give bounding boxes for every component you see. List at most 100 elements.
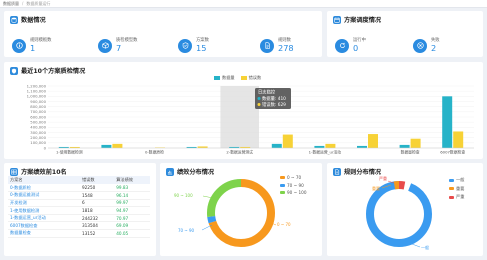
slice-label: 一般: [421, 244, 429, 250]
refresh-icon: [335, 38, 349, 53]
column-header[interactable]: 算法绩效: [114, 176, 150, 184]
bar-data-volume: [314, 145, 325, 148]
plan-name-link[interactable]: 数据量检查: [8, 229, 80, 238]
bar-error-count: [325, 143, 336, 148]
table-header-row: 方案名 错误数 算法绩效: [8, 176, 150, 184]
stat-value: 7: [116, 43, 122, 53]
breadcrumb: 数据质量 / 数据质量运行: [0, 0, 487, 8]
y-tick-label: 400,000: [30, 125, 46, 130]
rule-donut-chart: 严重 重要 一般: [366, 175, 432, 250]
highlight-band: [220, 86, 259, 148]
breadcrumb-current: 数据质量运行: [26, 0, 51, 6]
data-overview-card: 数据情况 规则模板数 1 质检模型数 7 方案数 15 规则数 278: [4, 11, 322, 57]
calendar-icon: [333, 15, 341, 24]
column-header[interactable]: 错误数: [79, 176, 115, 184]
x-tick-label: 数据量检查: [401, 150, 420, 155]
x-tick-label: 1-使用数据检测: [56, 150, 83, 155]
rule-distribution-card: 规则分布情况 一般 重要 严重 严重 重要 一般: [327, 163, 483, 256]
breadcrumb-home[interactable]: 数据质量: [3, 1, 19, 7]
y-tick-label: 500,000: [30, 119, 46, 124]
x-tick-label: 0-数据质检: [145, 150, 164, 155]
error-count: 1548: [79, 191, 115, 200]
y-tick-label: 700,000: [30, 109, 46, 114]
slice-label: 70 ~ 90: [178, 228, 195, 233]
slice-label: 严重: [379, 175, 387, 181]
x-tick-label: 1-数据运营_ur活动: [309, 150, 342, 155]
bar-error-count: [368, 134, 378, 148]
slice-label: 重要: [372, 185, 380, 191]
document-icon: [260, 38, 274, 53]
column-header[interactable]: 方案名: [8, 176, 80, 184]
bar-error-count: [410, 138, 421, 148]
performance-score: 94.97: [114, 206, 150, 215]
y-tick-label: 800,000: [30, 104, 46, 109]
ranking-header: 方案绩效前10名: [10, 167, 67, 176]
data-overview-title: 数据情况: [21, 17, 46, 24]
schedule-title: 方案调度情况: [344, 17, 382, 24]
plan-name-link[interactable]: 1-数据运营_ur活动: [8, 214, 80, 223]
data-overview-header: 数据情况: [10, 15, 46, 24]
performance-score: 69.09: [114, 221, 150, 231]
tooltip-marker: [257, 97, 261, 100]
ranking-title: 方案绩效前10名: [21, 169, 67, 176]
slice-label: 90 ~ 100: [174, 193, 193, 198]
cube-icon: [98, 38, 112, 53]
info-icon: [12, 38, 26, 53]
performance-score: 96.14: [114, 191, 150, 200]
stat-failed[interactable]: 失败 2: [413, 38, 440, 53]
stat-value: 15: [196, 43, 207, 53]
tooltip-marker: [257, 103, 261, 106]
table-icon: [10, 167, 18, 176]
slice-label: 0 ~ 70: [277, 222, 291, 227]
plan-name-link[interactable]: 0-数据运维测试: [8, 191, 80, 200]
performance-score: 70.97: [114, 214, 150, 223]
stat-check-model-count[interactable]: 质检模型数 7: [98, 38, 137, 53]
table-row: 0-数据质检 92250 99.83: [8, 184, 150, 193]
stat-value: 278: [278, 43, 294, 53]
error-count: 6: [79, 199, 115, 208]
plan-name-link[interactable]: 1-使用数据检测: [8, 206, 80, 215]
bar-data-volume: [357, 145, 367, 148]
table-row: 数据量检查 13152 40.05: [8, 229, 150, 238]
stat-value: 1: [30, 43, 36, 53]
table-row: 6007数据检查 313504 69.09: [8, 221, 150, 231]
performance-score: 99.83: [114, 184, 150, 193]
performance-score: 40.05: [114, 229, 150, 238]
stat-running[interactable]: 运行中 0: [335, 38, 366, 53]
bar-data-volume: [442, 96, 453, 148]
donut-slice-general[interactable]: [366, 181, 432, 247]
recent-plans-bar-chart: 0100,000200,000300,000400,000500,000600,…: [27, 83, 474, 155]
x-tick-label: 2-数据运营测试: [226, 150, 253, 155]
table-row: 0-数据运维测试 1548 96.14: [8, 191, 150, 200]
bar-data-volume: [271, 143, 282, 148]
error-count: 92250: [79, 184, 115, 193]
schedule-header: 方案调度情况: [333, 15, 381, 24]
error-count: 313504: [79, 221, 115, 231]
stat-rule-count[interactable]: 规则数 278: [260, 38, 294, 53]
y-tick-label: 1,000,000: [27, 94, 47, 99]
y-tick-label: 0: [44, 145, 47, 150]
shield-check-icon: [178, 38, 192, 53]
y-tick-label: 200,000: [30, 135, 46, 140]
plan-name-link[interactable]: 0-数据质检: [8, 184, 80, 193]
stat-plan-count[interactable]: 方案数 15: [178, 38, 209, 53]
y-tick-label: 1,100,000: [27, 88, 47, 93]
performance-donut-chart: 0 ~ 70 70 ~ 90 90 ~ 100: [174, 179, 291, 247]
y-tick-label: 1,200,000: [27, 83, 47, 88]
database-icon: [10, 15, 18, 24]
plan-name-link[interactable]: 开发检测: [8, 199, 80, 208]
performance-score: 99.97: [114, 199, 150, 208]
error-count: 13152: [79, 229, 115, 238]
y-tick-label: 600,000: [30, 114, 46, 119]
bar-data-volume: [399, 144, 410, 148]
stat-rule-template-count[interactable]: 规则模板数 1: [12, 38, 51, 53]
breadcrumb-separator: /: [22, 1, 24, 6]
bar-data-volume: [101, 144, 112, 148]
plan-name-link[interactable]: 6007数据检查: [8, 221, 80, 231]
y-tick-label: 100,000: [30, 140, 46, 145]
table-row: 1-使用数据检测 1818 94.97: [8, 206, 150, 215]
close-circle-icon: [413, 38, 427, 53]
ranking-table: 方案名 错误数 算法绩效 0-数据质检 92250 99.83 0-数据运维测试 15…: [8, 176, 150, 238]
tooltip-line: 错误数: 629: [262, 101, 286, 108]
tooltip-line: 数据量: 410: [262, 95, 286, 102]
